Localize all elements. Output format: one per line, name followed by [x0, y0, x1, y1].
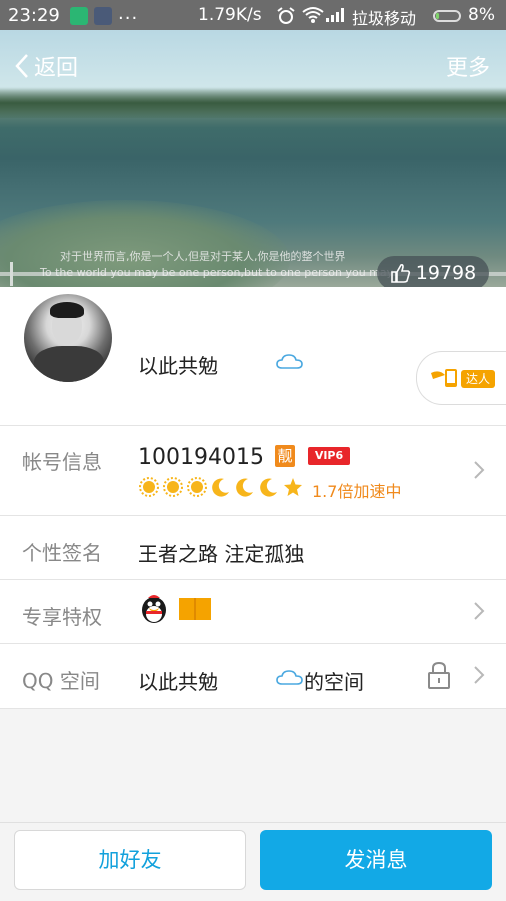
- shield-app-icon: [70, 7, 88, 25]
- add-friend-button[interactable]: 加好友: [14, 830, 246, 890]
- battery-icon: [433, 10, 461, 22]
- back-label: 返回: [34, 56, 79, 81]
- privileges-label: 专享特权: [22, 605, 102, 629]
- chevron-right-icon: [474, 461, 485, 479]
- star-icon: [284, 478, 302, 496]
- lock-icon: [428, 661, 450, 689]
- speed-text: 1.7倍加速中: [312, 482, 402, 501]
- photo-caption-cn: 对于世界而言,你是一个人,但是对于某人,你是他的整个世界: [60, 250, 346, 263]
- network-speed: 1.79K/s: [198, 5, 262, 25]
- cloud-icon: [276, 670, 303, 685]
- avatar[interactable]: [22, 292, 114, 384]
- cloud-icon: [276, 354, 303, 369]
- more-notifications-icon: ...: [118, 3, 139, 24]
- like-count: 19798: [415, 262, 477, 284]
- account-number: 100194015: [138, 445, 264, 470]
- qzone-suffix: 的空间: [304, 670, 364, 694]
- qzone-owner-name: 以此共勉: [138, 670, 218, 694]
- signature-text: 王者之路 注定孤独: [138, 542, 305, 566]
- liang-badge: 靓: [275, 445, 295, 467]
- qzone-label: QQ 空间: [22, 669, 100, 693]
- daren-tag: 达人: [461, 370, 495, 388]
- photo-caption-en: To the world you may be one person,but t…: [40, 266, 394, 279]
- signature-label: 个性签名: [22, 541, 102, 565]
- wifi-icon: [302, 7, 324, 23]
- chevron-right-icon: [474, 602, 485, 620]
- daren-badge[interactable]: 达人: [416, 351, 506, 405]
- carrier-name: 拉圾移动: [352, 9, 417, 28]
- chevron-left-icon: [15, 54, 28, 78]
- moon-icon: [260, 478, 277, 497]
- chevron-right-icon: [474, 666, 485, 684]
- vip-badge: VIP6: [308, 447, 350, 465]
- more-button[interactable]: 更多: [446, 50, 490, 82]
- moon-icon: [212, 478, 229, 497]
- send-message-button[interactable]: 发消息: [260, 830, 492, 890]
- signal-icon: [326, 8, 344, 22]
- qq-penguin-icon: [142, 595, 166, 623]
- qq-level-icons: [138, 476, 304, 498]
- sun-icon: [163, 477, 183, 497]
- nickname: 以此共勉: [138, 354, 218, 378]
- sun-icon: [139, 477, 159, 497]
- back-button[interactable]: 返回: [12, 50, 78, 82]
- sun-icon: [187, 477, 207, 497]
- account-info-label: 帐号信息: [22, 450, 102, 474]
- book-icon: [179, 598, 211, 620]
- alarm-icon: [277, 7, 295, 24]
- status-time: 23:29: [8, 5, 60, 26]
- status-bar: 23:29 ... 1.79K/s 拉圾移动 8%: [0, 0, 506, 30]
- moon-icon: [236, 478, 253, 497]
- like-button[interactable]: 19798: [377, 256, 489, 290]
- battery-percent: 8%: [468, 5, 495, 25]
- app-notification-icon: [94, 7, 112, 25]
- thumbs-up-icon: [390, 263, 410, 283]
